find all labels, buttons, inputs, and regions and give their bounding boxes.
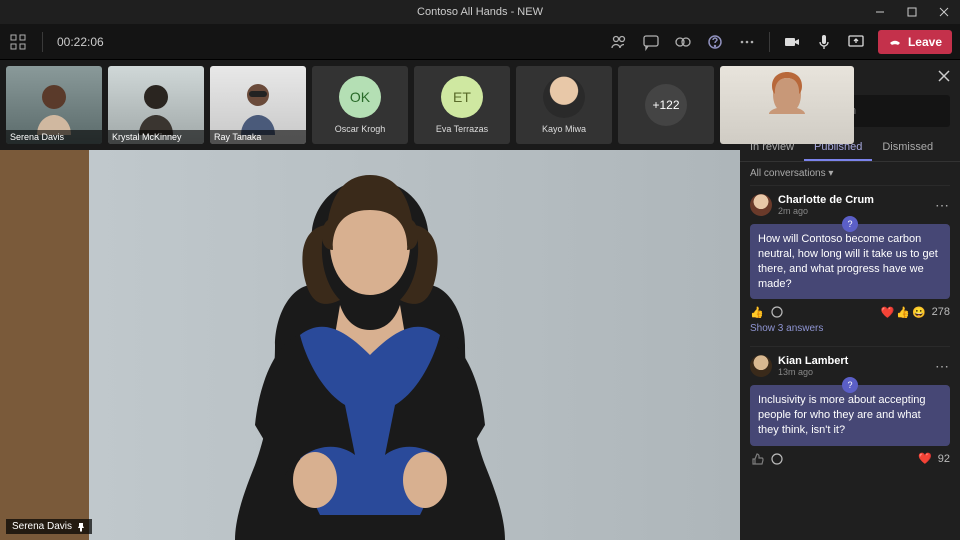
question-text: Inclusivity is more about accepting peop… bbox=[758, 394, 926, 436]
divider bbox=[769, 32, 770, 52]
participant-thumbnails: Serena Davis Krystal McKinney Ray Tanaka… bbox=[0, 60, 740, 150]
active-speaker-label: Serena Davis bbox=[6, 519, 92, 534]
video-area: Serena Davis Krystal McKinney Ray Tanaka… bbox=[0, 60, 740, 540]
window-close-icon[interactable] bbox=[928, 0, 960, 24]
qa-filter[interactable]: All conversations ▾ bbox=[740, 162, 960, 185]
participant-name: Ray Tanaka bbox=[210, 130, 306, 144]
question-author: Kian Lambert bbox=[778, 355, 848, 367]
participant-tile[interactable]: Kayo Miwa bbox=[516, 66, 612, 144]
participant-name: Oscar Krogh bbox=[335, 124, 386, 134]
window-maximize-icon[interactable] bbox=[896, 0, 928, 24]
qa-filter-label: All conversations bbox=[750, 168, 826, 179]
grid-view-icon[interactable] bbox=[8, 32, 28, 52]
chevron-down-icon: ▾ bbox=[828, 168, 833, 179]
window-title: Contoso All Hands - NEW bbox=[96, 6, 864, 18]
participant-name: Serena Davis bbox=[6, 130, 102, 144]
upvote-icon[interactable] bbox=[750, 452, 764, 466]
avatar bbox=[750, 355, 772, 377]
participant-name: Eva Terrazas bbox=[436, 124, 488, 134]
participant-tile[interactable]: OK Oscar Krogh bbox=[312, 66, 408, 144]
mic-icon[interactable] bbox=[814, 32, 834, 52]
overflow-count[interactable]: +122 bbox=[645, 84, 687, 126]
reaction-count: 92 bbox=[938, 453, 950, 465]
main-speaker-video[interactable]: Serena Davis bbox=[0, 150, 740, 540]
share-screen-icon[interactable] bbox=[846, 32, 866, 52]
question-badge-icon: ? bbox=[842, 377, 858, 393]
reactions-group[interactable]: ❤️ 92 bbox=[918, 452, 950, 465]
leave-button[interactable]: Leave bbox=[878, 30, 952, 54]
reply-icon[interactable] bbox=[770, 305, 784, 319]
self-video-tile[interactable] bbox=[720, 66, 854, 144]
hangup-icon bbox=[888, 35, 902, 49]
chat-icon[interactable] bbox=[641, 32, 661, 52]
pin-icon bbox=[76, 522, 86, 532]
participant-name: Kayo Miwa bbox=[542, 124, 586, 134]
qa-question-item: Kian Lambert 13m ago ⋯ ? Inclusivity is … bbox=[750, 346, 950, 474]
qa-icon[interactable] bbox=[705, 32, 725, 52]
window-minimize-icon[interactable] bbox=[864, 0, 896, 24]
reaction-count: 278 bbox=[932, 306, 950, 318]
participant-tile[interactable]: Ray Tanaka bbox=[210, 66, 306, 144]
qa-question-item: Charlotte de Crum 2m ago ⋯ ? How will Co… bbox=[750, 185, 950, 346]
show-answers-link[interactable]: Show 3 answers bbox=[750, 323, 950, 334]
avatar-photo bbox=[543, 76, 585, 118]
avatar-initials: OK bbox=[339, 76, 381, 118]
participant-tile[interactable]: Serena Davis bbox=[6, 66, 102, 144]
participant-tile[interactable]: ET Eva Terrazas bbox=[414, 66, 510, 144]
reactions-icon[interactable] bbox=[673, 32, 693, 52]
active-speaker-name: Serena Davis bbox=[12, 521, 72, 532]
question-badge-icon: ? bbox=[842, 216, 858, 232]
more-icon[interactable]: ⋯ bbox=[935, 197, 950, 214]
participant-overflow[interactable]: +122 bbox=[618, 66, 714, 144]
speaker-figure bbox=[160, 150, 580, 540]
question-bubble: ? How will Contoso become carbon neutral… bbox=[750, 224, 950, 299]
question-bubble: ? Inclusivity is more about accepting pe… bbox=[750, 385, 950, 446]
avatar-initials: ET bbox=[441, 76, 483, 118]
more-icon[interactable] bbox=[737, 32, 757, 52]
question-text: How will Contoso become carbon neutral, … bbox=[758, 233, 938, 290]
question-author: Charlotte de Crum bbox=[778, 194, 874, 206]
participant-name: Krystal McKinney bbox=[108, 130, 204, 144]
self-video bbox=[720, 66, 854, 144]
question-time: 2m ago bbox=[778, 206, 874, 216]
more-icon[interactable]: ⋯ bbox=[935, 358, 950, 375]
close-icon[interactable] bbox=[938, 70, 950, 82]
meeting-timer: 00:22:06 bbox=[57, 35, 104, 49]
reply-icon[interactable] bbox=[770, 452, 784, 466]
question-time: 13m ago bbox=[778, 367, 848, 377]
meeting-toolbar: 00:22:06 Leave bbox=[0, 24, 960, 60]
divider bbox=[42, 32, 43, 52]
tab-dismissed[interactable]: Dismissed bbox=[872, 135, 943, 161]
window-title-bar: Contoso All Hands - NEW bbox=[0, 0, 960, 24]
qa-questions-list: Charlotte de Crum 2m ago ⋯ ? How will Co… bbox=[740, 185, 960, 540]
people-icon[interactable] bbox=[609, 32, 629, 52]
avatar bbox=[750, 194, 772, 216]
leave-button-label: Leave bbox=[908, 35, 942, 49]
upvote-icon[interactable]: 👍 bbox=[750, 306, 764, 319]
camera-icon[interactable] bbox=[782, 32, 802, 52]
reactions-group[interactable]: ❤️👍😀 278 bbox=[881, 306, 950, 319]
participant-tile[interactable]: Krystal McKinney bbox=[108, 66, 204, 144]
